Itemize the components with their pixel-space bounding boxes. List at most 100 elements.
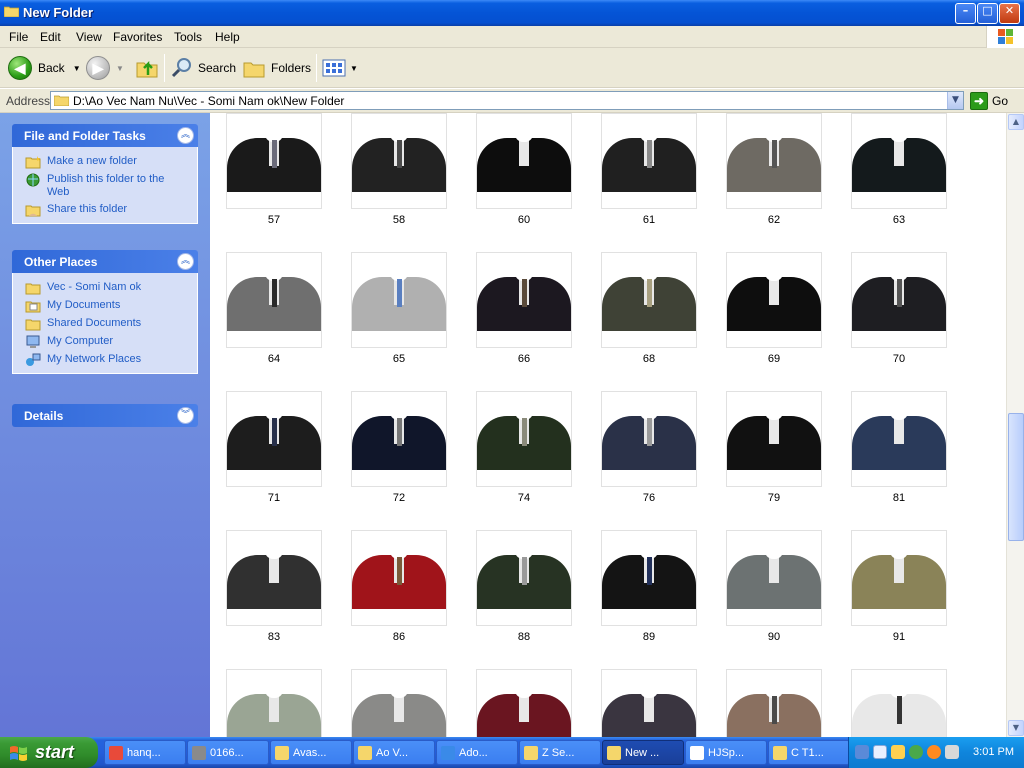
menu-file[interactable]: File xyxy=(9,30,28,44)
taskbar-button[interactable]: Ado... xyxy=(436,740,518,765)
thumbnail-item[interactable] xyxy=(601,530,697,626)
thumbnail-label[interactable]: 72 xyxy=(351,492,447,504)
back-button[interactable]: ◀ Back ▼ xyxy=(8,54,81,82)
go-button[interactable]: ➜ Go xyxy=(970,92,1008,110)
place-my-computer[interactable]: My Computer xyxy=(25,335,187,349)
thumbnail-item[interactable] xyxy=(726,391,822,487)
thumbnail-item[interactable] xyxy=(351,391,447,487)
taskbar-button[interactable]: New ... xyxy=(602,740,684,765)
make-new-folder-link[interactable]: Make a new folder xyxy=(25,155,187,169)
thumbnail-label[interactable]: 64 xyxy=(226,353,322,365)
thumbnail-item[interactable] xyxy=(351,669,447,737)
thumbnail-item[interactable] xyxy=(476,113,572,209)
thumbnail-item[interactable] xyxy=(226,530,322,626)
menu-favorites[interactable]: Favorites xyxy=(113,30,162,44)
taskbar-button[interactable]: C T1... xyxy=(768,740,850,765)
scroll-up-button[interactable]: ▲ xyxy=(1008,114,1024,130)
views-button[interactable]: ▼ xyxy=(322,54,358,82)
thumbnail-item[interactable] xyxy=(726,530,822,626)
expand-icon[interactable]: ︾ xyxy=(177,407,194,424)
thumbnail-item[interactable] xyxy=(351,252,447,348)
thumbnail-item[interactable] xyxy=(601,391,697,487)
thumbnail-label[interactable]: 86 xyxy=(351,631,447,643)
thumbnail-item[interactable] xyxy=(726,669,822,737)
forward-button[interactable]: ▶ ▼ xyxy=(86,54,124,82)
thumbnail-item[interactable] xyxy=(851,391,947,487)
collapse-icon[interactable]: ︽ xyxy=(177,127,194,144)
thumbnail-label[interactable]: 91 xyxy=(851,631,947,643)
thumbnail-label[interactable]: 74 xyxy=(476,492,572,504)
folders-button[interactable]: Folders xyxy=(243,54,311,82)
tray-hand-icon[interactable] xyxy=(891,745,905,759)
thumbnail-label[interactable]: 62 xyxy=(726,214,822,226)
other-places-header[interactable]: Other Places ︽ xyxy=(12,250,198,273)
thumbnail-item[interactable] xyxy=(726,252,822,348)
thumbnail-item[interactable] xyxy=(476,391,572,487)
thumbnail-label[interactable]: 70 xyxy=(851,353,947,365)
taskbar-button[interactable]: 0166... xyxy=(187,740,269,765)
thumbnail-label[interactable]: 71 xyxy=(226,492,322,504)
menu-help[interactable]: Help xyxy=(215,30,240,44)
thumbnail-item[interactable] xyxy=(351,113,447,209)
thumbnail-item[interactable] xyxy=(476,252,572,348)
thumbnail-label[interactable]: 90 xyxy=(726,631,822,643)
thumbnail-label[interactable]: 89 xyxy=(601,631,697,643)
thumbnail-item[interactable] xyxy=(226,252,322,348)
place-my-network-places[interactable]: My Network Places xyxy=(25,353,187,367)
file-folder-tasks-header[interactable]: File and Folder Tasks ︽ xyxy=(12,124,198,147)
close-button[interactable]: ✕ xyxy=(999,3,1020,24)
thumbnail-item[interactable] xyxy=(601,669,697,737)
taskbar-button[interactable]: Ao V... xyxy=(353,740,435,765)
scroll-down-button[interactable]: ▼ xyxy=(1008,720,1024,736)
search-button[interactable]: Search xyxy=(170,54,236,82)
thumbnail-item[interactable] xyxy=(851,669,947,737)
menu-view[interactable]: View xyxy=(76,30,102,44)
thumbnail-label[interactable]: 58 xyxy=(351,214,447,226)
tray-globe-icon[interactable] xyxy=(909,745,923,759)
thumbnail-item[interactable] xyxy=(226,391,322,487)
thumbnail-label[interactable]: 65 xyxy=(351,353,447,365)
thumbnail-label[interactable]: 69 xyxy=(726,353,822,365)
thumbnail-label[interactable]: 76 xyxy=(601,492,697,504)
chevron-down-icon[interactable]: ▼ xyxy=(73,64,81,73)
tray-document-icon[interactable] xyxy=(873,745,887,759)
thumbnail-label[interactable]: 57 xyxy=(226,214,322,226)
chevron-down-icon[interactable]: ▼ xyxy=(116,64,124,73)
taskbar-button[interactable]: Z Se... xyxy=(519,740,601,765)
scroll-thumb[interactable] xyxy=(1008,413,1024,541)
minimize-button[interactable]: – xyxy=(955,3,976,24)
place-vec-somi[interactable]: Vec - Somi Nam ok xyxy=(25,281,187,295)
tray-avast-icon[interactable] xyxy=(927,745,941,759)
tray-settings-icon[interactable] xyxy=(945,745,959,759)
maximize-button[interactable]: □ xyxy=(977,3,998,24)
tray-network-icon[interactable] xyxy=(855,745,869,759)
taskbar-button[interactable]: HJSp... xyxy=(685,740,767,765)
thumbnail-label[interactable]: 79 xyxy=(726,492,822,504)
title-bar[interactable]: New Folder – □ ✕ xyxy=(0,0,1024,26)
menu-edit[interactable]: Edit xyxy=(40,30,61,44)
place-my-documents[interactable]: My Documents xyxy=(25,299,187,313)
thumbnail-item[interactable] xyxy=(226,113,322,209)
address-dropdown-button[interactable]: ▼ xyxy=(947,92,963,109)
collapse-icon[interactable]: ︽ xyxy=(177,253,194,270)
thumbnail-item[interactable] xyxy=(351,530,447,626)
thumbnail-label[interactable]: 83 xyxy=(226,631,322,643)
thumbnail-label[interactable]: 63 xyxy=(851,214,947,226)
menu-tools[interactable]: Tools xyxy=(174,30,202,44)
thumbnail-item[interactable] xyxy=(851,113,947,209)
thumbnail-item[interactable] xyxy=(476,530,572,626)
vertical-scrollbar[interactable]: ▲ ▼ xyxy=(1006,113,1024,737)
thumbnail-label[interactable]: 60 xyxy=(476,214,572,226)
address-input[interactable]: D:\Ao Vec Nam Nu\Vec - Somi Nam ok\New F… xyxy=(50,91,964,110)
chevron-down-icon[interactable]: ▼ xyxy=(350,64,358,73)
details-header[interactable]: Details ︾ xyxy=(12,404,198,427)
start-button[interactable]: start xyxy=(0,737,98,768)
taskbar-button[interactable]: Avas... xyxy=(270,740,352,765)
thumbnail-item[interactable] xyxy=(226,669,322,737)
thumbnail-item[interactable] xyxy=(726,113,822,209)
taskbar-button[interactable]: hanq... xyxy=(104,740,186,765)
place-shared-documents[interactable]: Shared Documents xyxy=(25,317,187,331)
thumbnail-item[interactable] xyxy=(601,252,697,348)
up-folder-button[interactable] xyxy=(134,54,160,82)
thumbnail-label[interactable]: 68 xyxy=(601,353,697,365)
